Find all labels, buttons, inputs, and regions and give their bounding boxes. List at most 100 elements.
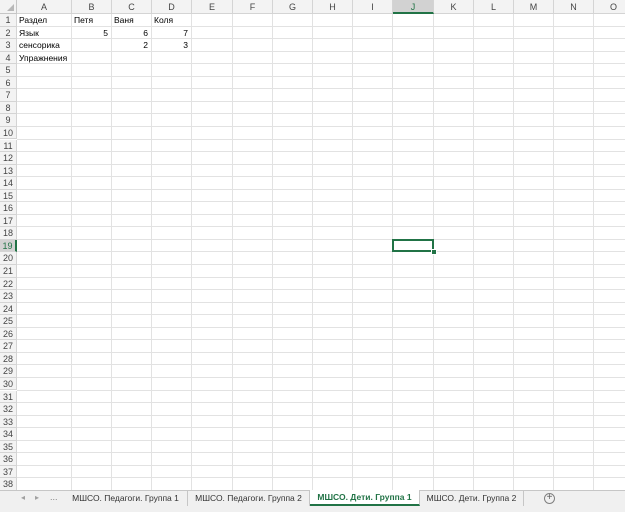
row-header-9[interactable]: 9 xyxy=(0,114,17,127)
column-header-c[interactable]: C xyxy=(112,0,152,14)
row-header-13[interactable]: 13 xyxy=(0,164,17,178)
row-header-28[interactable]: 28 xyxy=(0,352,17,366)
column-header-d[interactable]: D xyxy=(152,0,192,14)
column-header-h[interactable]: H xyxy=(313,0,353,14)
row-header-2[interactable]: 2 xyxy=(0,26,17,40)
column-header-l[interactable]: L xyxy=(474,0,514,14)
next-sheet-icon[interactable]: ▸ xyxy=(32,493,42,502)
gridline-horizontal xyxy=(17,276,625,278)
sheet-tab-children-group-1[interactable]: МШСО. Дети. Группа 1 xyxy=(310,490,420,506)
cell-a3[interactable]: сенсорика xyxy=(19,39,60,51)
row-header-27[interactable]: 27 xyxy=(0,340,17,353)
row-header-26[interactable]: 26 xyxy=(0,327,17,341)
gridline-horizontal xyxy=(17,439,625,441)
gridline-horizontal xyxy=(17,88,625,90)
row-header-7[interactable]: 7 xyxy=(0,89,17,102)
row-header-3[interactable]: 3 xyxy=(0,39,17,52)
row-header-33[interactable]: 33 xyxy=(0,415,17,429)
column-header-a[interactable]: A xyxy=(17,0,72,14)
column-header-m[interactable]: M xyxy=(514,0,554,14)
cell-d1[interactable]: Коля xyxy=(154,14,173,26)
column-header-i[interactable]: I xyxy=(353,0,393,14)
gridline-horizontal xyxy=(17,226,625,228)
sheet-tab-teachers-group-1[interactable]: МШСО. Педагоги. Группа 1 xyxy=(64,491,188,506)
gridline-horizontal xyxy=(17,201,625,203)
row-header-35[interactable]: 35 xyxy=(0,440,17,454)
cell-d2[interactable]: 7 xyxy=(152,27,188,39)
gridline-horizontal xyxy=(17,163,625,165)
gridline-horizontal xyxy=(17,151,625,153)
gridline-horizontal xyxy=(17,376,625,378)
column-header-o[interactable]: O xyxy=(594,0,625,14)
gridline-horizontal xyxy=(17,326,625,328)
row-header-32[interactable]: 32 xyxy=(0,403,17,416)
gridline-horizontal xyxy=(17,25,625,27)
gridline-horizontal xyxy=(17,213,625,215)
cell-b2[interactable]: 5 xyxy=(72,27,108,39)
row-header-21[interactable]: 21 xyxy=(0,265,17,278)
gridline-horizontal xyxy=(17,251,625,253)
row-header-17[interactable]: 17 xyxy=(0,214,17,228)
gridline-horizontal xyxy=(17,389,625,391)
gridline-horizontal xyxy=(17,63,625,65)
spreadsheet-grid[interactable]: ABCDEFGHIJKLMNO 1 2 3 4 5 6 7 8 9 10 11 12 13 14 15 16 1… xyxy=(0,0,625,490)
row-header-34[interactable]: 34 xyxy=(0,428,17,441)
cell-a4[interactable]: Упражнения xyxy=(19,52,67,64)
row-header-31[interactable]: 31 xyxy=(0,390,17,404)
row-header-1[interactable]: 1 xyxy=(0,14,17,27)
prev-sheet-icon[interactable]: ◂ xyxy=(18,493,28,502)
row-header-6[interactable]: 6 xyxy=(0,76,17,90)
more-sheets-icon[interactable]: ... xyxy=(50,492,58,502)
row-header-24[interactable]: 24 xyxy=(0,302,17,316)
row-header-5[interactable]: 5 xyxy=(0,64,17,77)
column-header-e[interactable]: E xyxy=(192,0,233,14)
row-header-15[interactable]: 15 xyxy=(0,189,17,203)
column-header-f[interactable]: F xyxy=(233,0,273,14)
sheet-tab-label: МШСО. Дети. Группа 1 xyxy=(317,492,412,502)
row-header-22[interactable]: 22 xyxy=(0,277,17,291)
row-header-29[interactable]: 29 xyxy=(0,365,17,378)
fill-handle[interactable] xyxy=(431,249,437,256)
row-header-14[interactable]: 14 xyxy=(0,177,17,190)
gridline-horizontal xyxy=(17,100,625,102)
sheet-tab-teachers-group-2[interactable]: МШСО. Педагоги. Группа 2 xyxy=(188,491,310,506)
row-header-10[interactable]: 10 xyxy=(0,126,17,140)
select-all-corner[interactable] xyxy=(0,0,17,14)
cell-a1[interactable]: Раздел xyxy=(19,14,47,26)
row-header-18[interactable]: 18 xyxy=(0,227,17,240)
row-header-4[interactable]: 4 xyxy=(0,51,17,65)
row-header-36[interactable]: 36 xyxy=(0,453,17,466)
row-header-16[interactable]: 16 xyxy=(0,202,17,215)
column-header-b[interactable]: B xyxy=(72,0,112,14)
row-header-38[interactable]: 38 xyxy=(0,478,17,490)
row-header-20[interactable]: 20 xyxy=(0,252,17,265)
cell-c1[interactable]: Ваня xyxy=(114,14,134,26)
row-header-23[interactable]: 23 xyxy=(0,290,17,303)
gridline-horizontal xyxy=(17,38,625,40)
gridline-horizontal xyxy=(17,402,625,404)
gridline-horizontal xyxy=(17,314,625,316)
active-cell-outline[interactable] xyxy=(392,238,434,253)
row-header-30[interactable]: 30 xyxy=(0,377,17,391)
add-sheet-button[interactable]: + xyxy=(544,493,555,504)
row-header-37[interactable]: 37 xyxy=(0,465,17,479)
row-header-12[interactable]: 12 xyxy=(0,152,17,165)
column-header-j[interactable]: J xyxy=(393,0,434,14)
sheet-tab-label: МШСО. Педагоги. Группа 2 xyxy=(195,493,302,503)
gridline-horizontal xyxy=(17,138,625,140)
cell-c3[interactable]: 2 xyxy=(112,39,148,51)
cell-d3[interactable]: 3 xyxy=(152,39,188,51)
row-header-19[interactable]: 19 xyxy=(0,239,17,253)
column-header-n[interactable]: N xyxy=(554,0,594,14)
column-header-g[interactable]: G xyxy=(273,0,313,14)
column-header-k[interactable]: K xyxy=(434,0,474,14)
cell-a2[interactable]: Язык xyxy=(19,27,39,39)
plus-icon: + xyxy=(546,492,553,503)
sheet-tab-label: МШСО. Дети. Группа 2 xyxy=(426,493,517,503)
cell-c2[interactable]: 6 xyxy=(112,27,148,39)
sheet-tab-children-group-2[interactable]: МШСО. Дети. Группа 2 xyxy=(420,491,524,506)
row-header-11[interactable]: 11 xyxy=(0,139,17,153)
cell-b1[interactable]: Петя xyxy=(74,14,93,26)
row-header-8[interactable]: 8 xyxy=(0,101,17,115)
row-header-25[interactable]: 25 xyxy=(0,315,17,328)
